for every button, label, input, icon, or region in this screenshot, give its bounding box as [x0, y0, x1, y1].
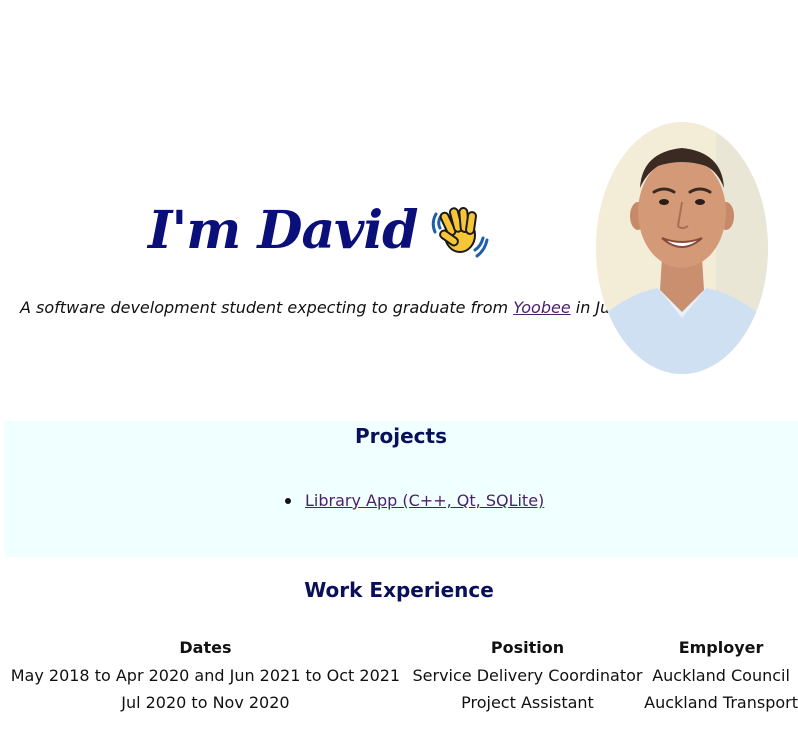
cell-position: Service Delivery Coordinator [412, 666, 643, 685]
hero-subtitle: A software development student expecting… [20, 298, 676, 317]
hero-section: I'm David A software development student… [0, 0, 798, 420]
header-position: Position [490, 638, 565, 657]
bullet-icon [285, 497, 291, 504]
table-row: Jul 2020 to Nov 2020 Project Assistant A… [0, 690, 798, 717]
work-experience-title: Work Experience [304, 578, 494, 602]
cell-employer: Auckland Council [652, 666, 790, 685]
hero-title: I'm David [148, 200, 418, 261]
header-dates: Dates [179, 638, 232, 657]
project-list: Library App (C++, Qt, SQLite) [285, 491, 544, 510]
work-experience-table: Dates Position Employer May 2018 to Apr … [0, 636, 798, 717]
cell-dates: May 2018 to Apr 2020 and Jun 2021 to Oct… [10, 666, 401, 685]
table-header-row: Dates Position Employer [0, 636, 798, 663]
projects-section: Projects [4, 421, 798, 557]
subtitle-text-before: A software development student expecting… [20, 298, 514, 317]
list-item: Library App (C++, Qt, SQLite) [285, 491, 544, 510]
cell-dates: Jul 2020 to Nov 2020 [121, 693, 290, 712]
projects-title: Projects [354, 424, 447, 448]
table-row: May 2018 to Apr 2020 and Jun 2021 to Oct… [0, 663, 798, 690]
header-employer: Employer [678, 638, 764, 657]
library-app-link[interactable]: Library App (C++, Qt, SQLite) [305, 491, 544, 510]
cell-employer: Auckland Transport [644, 693, 798, 712]
cell-position: Project Assistant [461, 693, 594, 712]
waving-hand-icon [431, 202, 489, 260]
yoobee-link[interactable]: Yoobee [513, 298, 570, 317]
avatar [596, 122, 768, 374]
hero-heading: I'm David [148, 200, 489, 261]
